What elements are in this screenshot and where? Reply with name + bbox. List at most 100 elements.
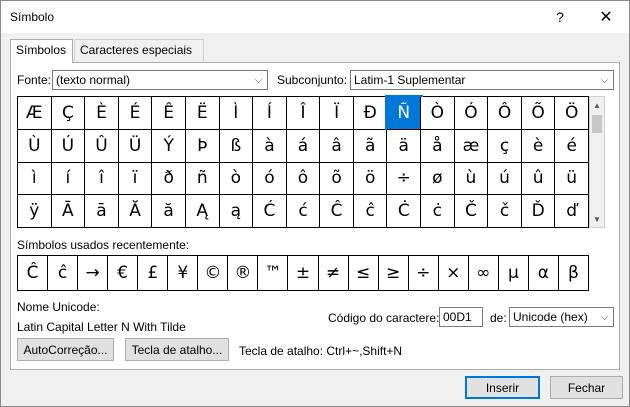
- symbol-cell[interactable]: ì: [18, 162, 52, 196]
- char-code-input[interactable]: 00D1: [439, 307, 483, 327]
- symbol-cell[interactable]: Ć: [253, 195, 287, 228]
- symbol-cell[interactable]: È: [85, 97, 119, 130]
- symbol-cell[interactable]: Ú: [51, 129, 86, 163]
- recent-symbol-cell[interactable]: ∞: [468, 256, 499, 291]
- symbol-cell[interactable]: Û: [85, 129, 119, 163]
- recent-symbol-cell[interactable]: ≥: [378, 256, 409, 291]
- symbol-cell[interactable]: Ý: [152, 129, 186, 163]
- close-button[interactable]: Fechar: [550, 376, 623, 399]
- symbol-cell[interactable]: ć: [286, 195, 321, 228]
- symbol-cell[interactable]: é: [555, 129, 589, 163]
- symbol-cell[interactable]: Ā: [51, 195, 86, 228]
- symbol-cell[interactable]: Ü: [118, 129, 153, 163]
- scroll-down-icon[interactable]: ▼: [590, 211, 604, 227]
- symbol-cell[interactable]: ċ: [421, 195, 455, 228]
- recent-symbol-cell[interactable]: ≤: [348, 256, 379, 291]
- symbol-cell[interactable]: Ï: [320, 97, 354, 130]
- recent-symbol-cell[interactable]: →: [78, 256, 109, 291]
- symbol-cell[interactable]: É: [118, 97, 153, 130]
- symbol-cell[interactable]: û: [521, 162, 556, 196]
- shortcut-key-button[interactable]: Tecla de atalho...: [125, 338, 229, 361]
- symbol-cell[interactable]: Õ: [521, 97, 556, 130]
- symbol-cell[interactable]: ā: [85, 195, 119, 228]
- symbol-grid-scrollbar[interactable]: ▲ ▼: [589, 96, 605, 228]
- symbol-cell[interactable]: Ĉ: [320, 195, 354, 228]
- tab-special-characters[interactable]: Caracteres especiais: [74, 39, 204, 61]
- symbol-cell[interactable]: Þ: [185, 129, 220, 163]
- from-select[interactable]: Unicode (hex) ⌵: [509, 307, 614, 327]
- symbol-cell[interactable]: ĉ: [353, 195, 388, 228]
- symbol-cell[interactable]: è: [521, 129, 556, 163]
- symbol-cell[interactable]: ù: [454, 162, 489, 196]
- symbol-cell[interactable]: ò: [219, 162, 254, 196]
- recent-symbol-cell[interactable]: Ĉ: [18, 256, 49, 291]
- insert-button[interactable]: Inserir: [465, 376, 540, 399]
- symbol-cell[interactable]: ú: [488, 162, 522, 196]
- recent-symbol-cell[interactable]: ÷: [408, 256, 439, 291]
- symbol-cell[interactable]: Ô: [488, 97, 522, 130]
- symbol-cell[interactable]: ç: [488, 129, 522, 163]
- recent-symbol-cell[interactable]: ±: [288, 256, 319, 291]
- help-icon[interactable]: ?: [537, 1, 583, 33]
- recent-symbol-cell[interactable]: µ: [498, 256, 529, 291]
- recent-symbol-cell[interactable]: ¥: [168, 256, 199, 291]
- symbol-cell[interactable]: å: [421, 129, 455, 163]
- recent-symbol-cell[interactable]: £: [138, 256, 169, 291]
- symbol-cell[interactable]: Ą: [185, 195, 220, 228]
- recent-symbol-cell[interactable]: ®: [228, 256, 259, 291]
- recent-symbol-cell[interactable]: α: [528, 256, 559, 291]
- font-select[interactable]: (texto normal) ⌵: [52, 70, 268, 90]
- symbol-cell[interactable]: ó: [253, 162, 287, 196]
- symbol-cell[interactable]: î: [85, 162, 119, 196]
- symbol-cell[interactable]: à: [253, 129, 287, 163]
- symbol-cell[interactable]: Ë: [185, 97, 220, 130]
- symbol-cell[interactable]: Ù: [18, 129, 52, 163]
- recent-symbol-cell[interactable]: €: [108, 256, 139, 291]
- symbol-cell[interactable]: ą: [219, 195, 254, 228]
- symbol-cell[interactable]: Ċ: [387, 195, 422, 228]
- recent-symbol-cell[interactable]: ×: [438, 256, 469, 291]
- close-icon[interactable]: ✕: [583, 1, 629, 33]
- recent-symbol-cell[interactable]: ™: [258, 256, 289, 291]
- recent-symbol-cell[interactable]: ĉ: [48, 256, 79, 291]
- symbol-cell[interactable]: ã: [353, 129, 388, 163]
- symbol-cell[interactable]: Î: [286, 97, 321, 130]
- symbol-cell[interactable]: ô: [286, 162, 321, 196]
- symbol-cell[interactable]: í: [51, 162, 86, 196]
- symbol-cell[interactable]: ö: [353, 162, 388, 196]
- symbol-cell[interactable]: Ñ: [385, 95, 424, 132]
- symbol-cell[interactable]: ă: [152, 195, 186, 228]
- symbol-cell[interactable]: Ê: [152, 97, 186, 130]
- symbol-cell[interactable]: ä: [387, 129, 422, 163]
- symbol-cell[interactable]: ñ: [185, 162, 220, 196]
- recent-symbol-cell[interactable]: ©: [198, 256, 229, 291]
- symbol-cell[interactable]: á: [286, 129, 321, 163]
- symbol-cell[interactable]: â: [320, 129, 354, 163]
- symbol-cell[interactable]: Ç: [51, 97, 86, 130]
- symbol-cell[interactable]: Ð: [353, 97, 388, 130]
- symbol-cell[interactable]: ď: [555, 195, 589, 228]
- symbol-cell[interactable]: Í: [253, 97, 287, 130]
- symbol-cell[interactable]: Ď: [521, 195, 556, 228]
- symbol-cell[interactable]: õ: [320, 162, 354, 196]
- symbol-cell[interactable]: Ò: [421, 97, 455, 130]
- autocorrect-button[interactable]: AutoCorreção...: [17, 338, 114, 361]
- symbol-cell[interactable]: ï: [118, 162, 153, 196]
- recent-symbol-cell[interactable]: β: [558, 256, 589, 291]
- symbol-cell[interactable]: ÿ: [18, 195, 52, 228]
- symbol-cell[interactable]: ß: [219, 129, 254, 163]
- scroll-thumb[interactable]: [592, 115, 602, 133]
- symbol-cell[interactable]: æ: [454, 129, 489, 163]
- symbol-cell[interactable]: ü: [555, 162, 589, 196]
- scroll-up-icon[interactable]: ▲: [590, 97, 604, 113]
- symbol-cell[interactable]: Č: [454, 195, 489, 228]
- symbol-cell[interactable]: Ó: [454, 97, 489, 130]
- symbol-cell[interactable]: č: [488, 195, 522, 228]
- symbol-cell[interactable]: ø: [421, 162, 455, 196]
- symbol-cell[interactable]: Æ: [18, 97, 52, 130]
- symbol-cell[interactable]: ð: [152, 162, 186, 196]
- subset-select[interactable]: Latim-1 Suplementar ⌵: [350, 70, 614, 90]
- symbol-cell[interactable]: Ì: [219, 97, 254, 130]
- tab-symbols[interactable]: Símbolos: [10, 39, 73, 63]
- symbol-cell[interactable]: Ö: [555, 97, 589, 130]
